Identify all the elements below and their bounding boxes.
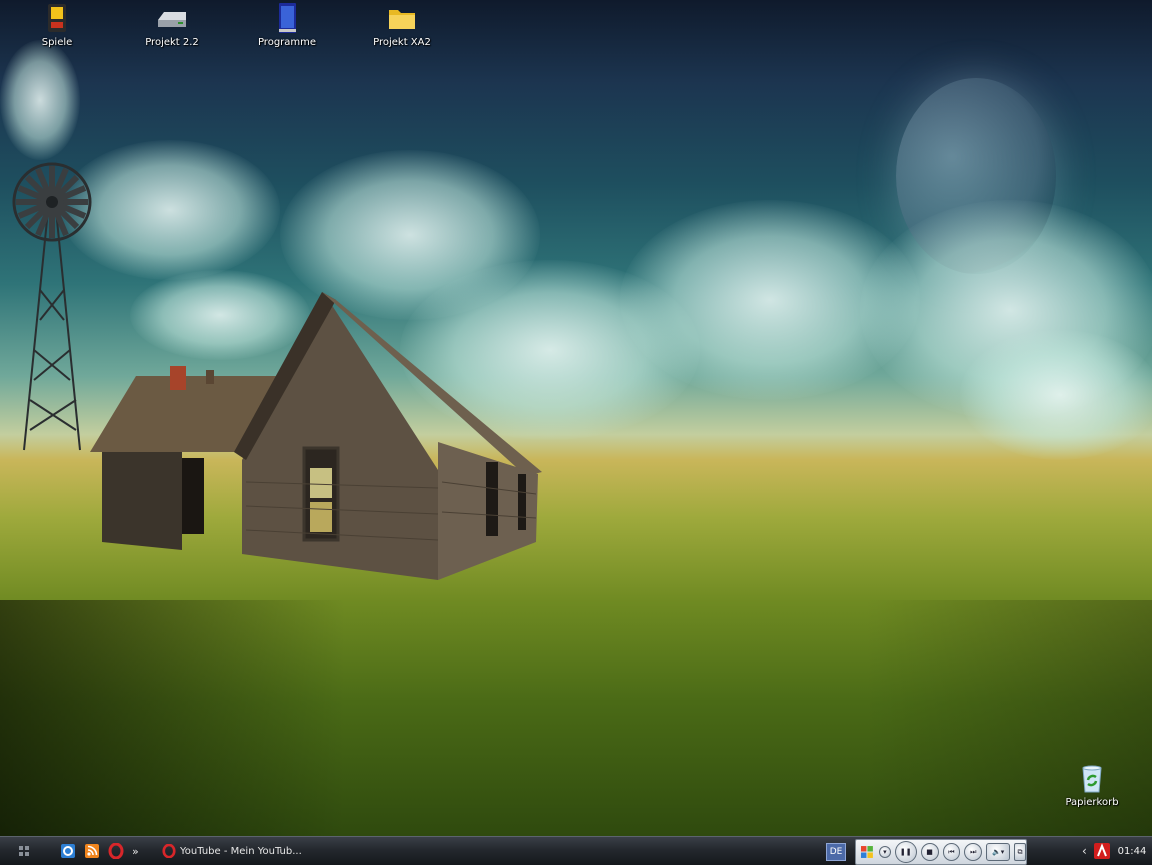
desktop-icon-label: Spiele [41,37,73,48]
desktop-icon-label: Projekt XA2 [373,37,431,48]
quicklaunch-opera[interactable] [108,837,124,865]
internet-explorer-icon [61,844,75,858]
desktop-icon-projekt-2-2[interactable]: Projekt 2.2 [122,2,222,48]
start-button[interactable] [18,837,34,865]
player-menu-button[interactable]: ▾ [878,846,891,858]
cloud [960,330,1152,460]
pause-icon: ❚❚ [899,848,912,856]
volume-button[interactable]: 🔈▾ [986,843,1011,861]
grid-icon [19,846,29,856]
windows-logo-icon[interactable] [859,844,875,860]
opera-icon [108,843,124,859]
folder-icon [389,10,415,29]
desktop-wallpaper [0,0,1152,836]
desktop-icon-papierkorb[interactable]: Papierkorb [1042,762,1142,808]
task-button-youtube[interactable]: YouTube - Mein YouTub... [158,837,322,865]
task-button-label: YouTube - Mein YouTub... [180,845,302,857]
restore-player-button[interactable]: ⧉ [1014,843,1027,861]
restore-icon: ⧉ [1017,847,1023,856]
desktop-icon-label: Papierkorb [1065,797,1119,808]
opera-icon [162,844,176,858]
language-indicator[interactable]: DE [826,843,846,861]
rss-icon [85,844,99,858]
previous-icon: ⏮ [948,847,955,856]
taskbar: » YouTube - Mein YouTub... DE ▾ ❚❚ ■ ⏮ ⏭… [0,836,1152,865]
book-icon [279,3,296,33]
quicklaunch-rss[interactable] [84,837,100,865]
pause-button[interactable]: ❚❚ [894,841,917,863]
avira-umbrella-icon [1094,843,1110,859]
desktop-icon-label: Projekt 2.2 [145,37,199,48]
media-player-toolbar: ▾ ❚❚ ■ ⏮ ⏭ 🔈▾ ⧉ [855,839,1027,865]
desktop-icon-label: Programme [257,37,317,48]
next-icon: ⏭ [970,847,977,856]
desktop-icon-spiele[interactable]: Spiele [7,2,107,48]
game-cartridge-icon [48,4,66,32]
overflow-chevron-icon: » [132,844,139,858]
clock[interactable]: 01:44 [1112,837,1152,865]
quicklaunch-overflow[interactable]: » [132,837,144,865]
tray-expand-button[interactable]: ‹ [1082,837,1092,865]
chevron-left-icon: ‹ [1082,844,1087,858]
previous-button[interactable]: ⏮ [942,843,961,861]
speaker-icon: 🔈▾ [992,848,1005,856]
tray-antivirus[interactable] [1094,837,1112,865]
wooden-house [90,292,542,580]
desktop-icon-projekt-xa2[interactable]: Projekt XA2 [352,2,452,48]
recycle-bin-icon [1082,765,1102,793]
chevron-down-icon: ▾ [883,848,887,856]
stop-button[interactable]: ■ [920,843,939,861]
next-button[interactable]: ⏭ [964,843,983,861]
quicklaunch-ie[interactable] [60,837,76,865]
grass-shadow [0,600,1152,836]
drive-icon [158,12,186,27]
desktop-icon-programme[interactable]: Programme [237,2,337,48]
stop-icon: ■ [926,848,933,856]
